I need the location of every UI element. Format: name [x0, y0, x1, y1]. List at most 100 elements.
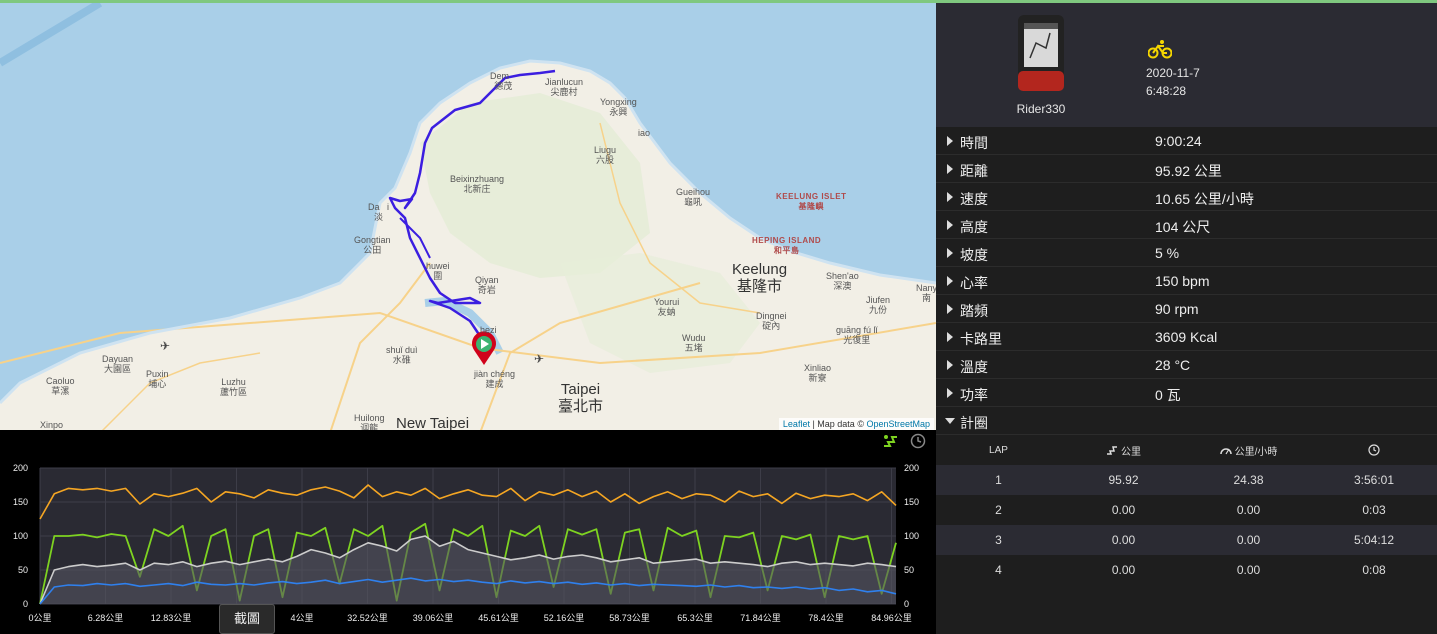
y-left-tick-label: 100 — [13, 531, 28, 541]
lap-number: 3 — [995, 533, 1002, 547]
map-label-huilong: Huilong 迴龍 — [354, 413, 385, 430]
lap-speed: 0.00 — [1236, 563, 1261, 577]
map-label-yourui: Yourui 友蚋 — [654, 297, 680, 317]
stat-row-distance[interactable]: 距離 95.92 公里 — [936, 155, 1437, 183]
stat-value: 104 公尺 — [1155, 219, 1211, 235]
stat-value: 28 °C — [1155, 357, 1191, 373]
map-label-yongxing: Yongxing 永興 — [600, 97, 637, 117]
stat-value: 150 bpm — [1155, 273, 1210, 289]
lap-speed: 0.00 — [1236, 533, 1261, 547]
map-label-dingnei: Dingnei 碇內 — [756, 311, 787, 331]
svg-text:✈: ✈ — [160, 339, 170, 353]
lap-header-distance: 公里 — [1061, 443, 1186, 458]
stat-value: 90 rpm — [1155, 301, 1199, 317]
x-tick-label: 71.84公里 — [740, 613, 781, 623]
map-label-liugu: Liugu 六股 — [594, 145, 617, 165]
stat-row-time[interactable]: 時間 9:00:24 — [936, 127, 1437, 155]
stat-row-speed[interactable]: 速度 10.65 公里/小時 — [936, 183, 1437, 211]
lap-header-lap: LAP — [989, 444, 1008, 456]
stat-row-power[interactable]: 功率 0 瓦 — [936, 379, 1437, 407]
osm-link[interactable]: OpenStreetMap — [866, 419, 930, 429]
map-label-xinliao: Xinliao 新寮 — [804, 363, 832, 383]
stat-row-temperature[interactable]: 溫度 28 °C — [936, 351, 1437, 379]
expand-icon — [947, 192, 953, 202]
x-tick-label: 4公里 — [290, 613, 313, 623]
stat-value: 10.65 公里/小時 — [1155, 191, 1254, 207]
map-label-shuidui: shuǐ duì 水碓 — [386, 345, 418, 365]
expand-icon — [947, 332, 953, 342]
map-label-ao: iao — [638, 128, 651, 138]
distance-icon — [1107, 446, 1117, 455]
lap-number: 4 — [995, 563, 1002, 577]
expand-icon — [947, 388, 953, 398]
bike-icon — [1148, 40, 1172, 59]
svg-text:✈: ✈ — [534, 352, 544, 366]
map-label-new-taipei: New Taipei — [396, 415, 470, 430]
x-tick-label: 32.52公里 — [347, 613, 388, 623]
x-tick-label: 6.28公里 — [88, 613, 124, 623]
map-label-danshui: Da i淡 — [368, 202, 390, 222]
stat-row-laps[interactable]: 計圈 — [936, 407, 1437, 435]
lap-time: 0:08 — [1362, 563, 1386, 577]
leaflet-link[interactable]: Leaflet — [783, 419, 810, 429]
device-header: Rider330 2020-11-7 6:48:28 — [936, 0, 1437, 127]
y-right-tick-label: 100 — [904, 531, 919, 541]
lap-table-header: LAP 公里 公里/小時 — [936, 435, 1437, 465]
stat-row-grade[interactable]: 坡度 5 % — [936, 239, 1437, 267]
stat-value: 9:00:24 — [1155, 133, 1202, 149]
lap-row[interactable]: 1 95.92 24.38 3:56:01 — [936, 465, 1437, 495]
lap-row[interactable]: 2 0.00 0.00 0:03 — [936, 495, 1437, 525]
ride-date: 2020-11-7 — [1146, 66, 1200, 80]
screenshot-button[interactable]: 截圖 — [219, 604, 275, 634]
clock-icon — [1368, 444, 1380, 456]
x-tick-label: 78.4公里 — [808, 613, 844, 623]
lap-time: 0:03 — [1362, 503, 1386, 517]
expand-icon — [947, 164, 953, 174]
map-label-keelung: Keelung 基隆市 — [732, 261, 788, 295]
y-left-tick-label: 0 — [23, 599, 28, 609]
stat-label: 時間 — [960, 135, 988, 151]
lap-distance: 0.00 — [1111, 563, 1136, 577]
x-tick-label: 58.73公里 — [609, 613, 650, 623]
lap-table: LAP 公里 公里/小時 1 95.92 24.38 3:56:01 2 0.0… — [936, 435, 1437, 585]
x-tick-label: 0公里 — [28, 613, 51, 623]
lap-row[interactable]: 3 0.00 0.00 5:04:12 — [936, 525, 1437, 555]
stat-label: 坡度 — [960, 247, 988, 263]
x-tick-label: 39.06公里 — [413, 613, 454, 623]
device-name: Rider330 — [1016, 102, 1066, 116]
stat-row-cadence[interactable]: 踏頻 90 rpm — [936, 295, 1437, 323]
map-label-jiancheng: jiàn chéng 建成 — [474, 369, 516, 389]
lap-distance: 95.92 — [1108, 473, 1139, 487]
stat-label: 卡路里 — [960, 331, 1002, 347]
expand-icon — [947, 276, 953, 286]
stat-row-altitude[interactable]: 高度 104 公尺 — [936, 211, 1437, 239]
x-tick-label: 12.83公里 — [151, 613, 192, 623]
device-image — [1018, 15, 1064, 91]
chart-toolbar — [882, 433, 926, 451]
map-label-gongtian: Gongtian 公田 — [354, 235, 391, 255]
y-right-tick-label: 0 — [904, 599, 909, 609]
stat-label: 心率 — [960, 275, 988, 291]
ride-chart: 200 200 150 150 100 100 50 50 0 0 0公里 6.28公里 12.83公里… — [0, 430, 936, 634]
speedometer-icon — [1219, 448, 1232, 455]
lap-number: 1 — [995, 473, 1002, 487]
stat-row-heart-rate[interactable]: 心率 150 bpm — [936, 267, 1437, 295]
lap-row[interactable]: 4 0.00 0.00 0:08 — [936, 555, 1437, 585]
expand-icon — [947, 136, 953, 146]
stat-value: 95.92 公里 — [1155, 163, 1222, 179]
chart-plot[interactable]: 200 200150 150100 10050 500 00公里 6.28公里 12.83公里… — [0, 450, 936, 634]
y-left-tick-label: 50 — [18, 565, 28, 575]
expand-icon — [947, 220, 953, 230]
route-map[interactable]: ✈ ✈ Dem 德茂 Jianlucun 尖鹿村 Yongxing 永興 Liugu… — [0, 0, 936, 430]
map-label-taipei: Taipei 臺北市 — [558, 381, 604, 415]
stat-row-calories[interactable]: 卡路里 3609 Kcal — [936, 323, 1437, 351]
app-root: ✈ ✈ Dem 德茂 Jianlucun 尖鹿村 Yongxing 永興 Liugu… — [0, 0, 1437, 634]
stat-value: 3609 Kcal — [1155, 329, 1218, 345]
y-right-tick-label: 150 — [904, 497, 919, 507]
distance-toggle-icon[interactable] — [882, 433, 898, 449]
map-label-jiufen: Jiufen 九份 — [866, 295, 891, 315]
y-right-tick-label: 200 — [904, 463, 919, 473]
expand-icon — [947, 248, 953, 258]
time-toggle-icon[interactable] — [910, 433, 926, 449]
map-label-qiyan: Qiyan 奇岩 — [475, 275, 499, 295]
